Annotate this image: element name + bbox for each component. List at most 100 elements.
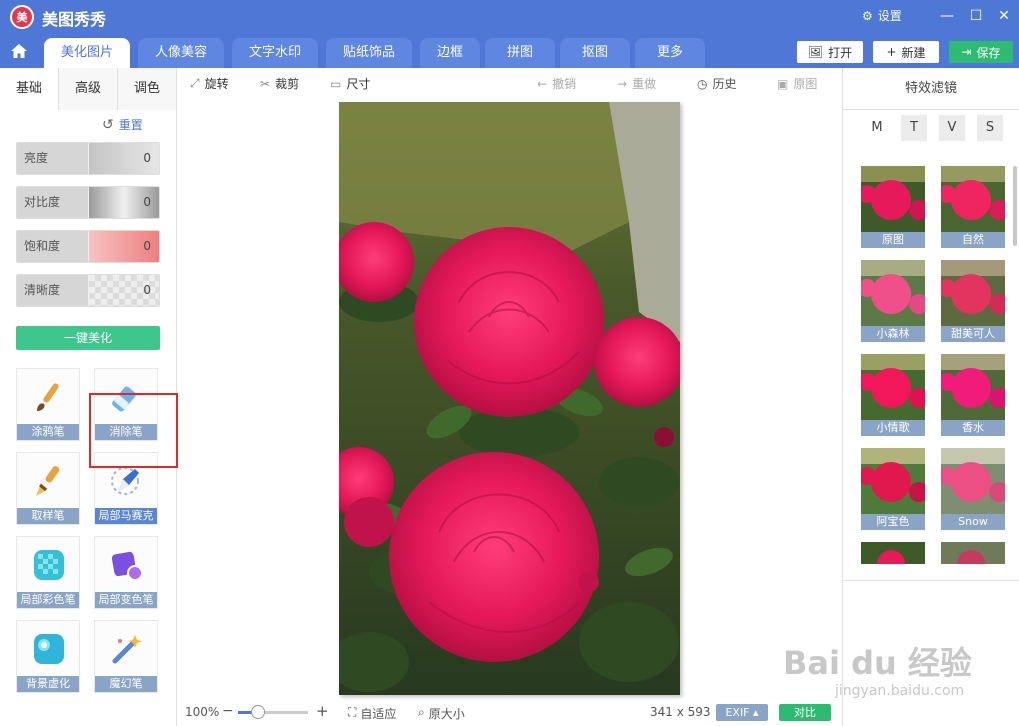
- filter-partial-1[interactable]: [861, 542, 925, 564]
- undo-button[interactable]: ← 撤销: [537, 75, 576, 92]
- filter-caption: 自然: [941, 232, 1005, 248]
- rotate-icon: ⤢: [190, 76, 200, 90]
- rose-image: [339, 102, 680, 695]
- filter-caption: Snow: [941, 514, 1005, 530]
- tool-caption: 涂鸦笔: [17, 424, 79, 440]
- filter-little-forest[interactable]: 小森林: [861, 260, 925, 342]
- crop-button[interactable]: ✂ 裁剪: [260, 75, 299, 92]
- tab-collage[interactable]: 拼图: [485, 38, 555, 68]
- tool-background-blur[interactable]: 背景虚化: [16, 620, 80, 693]
- filter-caption: 甜美可人: [941, 326, 1005, 342]
- save-label: 保存: [976, 45, 1001, 60]
- tab-text-watermark[interactable]: 文字水印: [232, 38, 318, 68]
- filter-caption: 阿宝色: [861, 514, 925, 530]
- zoom-slider-knob[interactable]: [251, 705, 265, 719]
- zoom-out-button[interactable]: −: [222, 703, 234, 719]
- filter-love-song[interactable]: 小情歌: [861, 354, 925, 436]
- undo-label: 撤销: [552, 77, 577, 91]
- settings-label: 设置: [877, 9, 902, 23]
- image-dimensions: 341 x 593: [650, 705, 711, 719]
- filter-category-m[interactable]: M: [864, 115, 890, 141]
- saturation-slider[interactable]: 饱和度 0: [16, 230, 160, 263]
- zoom-in-button[interactable]: +: [316, 702, 329, 720]
- plus-icon: +: [886, 45, 897, 59]
- sharpness-slider[interactable]: 清晰度 0: [16, 274, 160, 307]
- tool-doodle-pen[interactable]: 涂鸦笔: [16, 368, 80, 441]
- checker-color-icon: [34, 550, 64, 580]
- main-tab-bar: 美化图片 人像美容 文字水印 贴纸饰品 边框 拼图 抠图 更多 🖼 打开 + 新…: [0, 32, 1019, 68]
- reset-label: 重置: [118, 118, 143, 132]
- magic-wand-icon: [112, 635, 142, 664]
- filter-category-t[interactable]: T: [901, 115, 927, 141]
- filter-partial-2[interactable]: [941, 542, 1005, 564]
- brightness-slider[interactable]: 亮度 0: [16, 142, 160, 175]
- compare-label: 对比: [794, 706, 816, 719]
- tool-sample-pen[interactable]: 取样笔: [16, 452, 80, 525]
- subtab-color[interactable]: 调色: [118, 68, 177, 110]
- filter-category-s[interactable]: S: [977, 115, 1003, 141]
- crop-label: 裁剪: [275, 77, 300, 91]
- original-label: 原图: [793, 77, 818, 91]
- redo-label: 重做: [632, 77, 657, 91]
- slider-label: 饱和度: [17, 231, 88, 262]
- filter-sweet[interactable]: 甜美可人: [941, 260, 1005, 342]
- tab-stickers[interactable]: 贴纸饰品: [326, 38, 412, 68]
- home-button[interactable]: [4, 36, 34, 66]
- compare-button[interactable]: 对比: [779, 704, 831, 721]
- subtab-advanced[interactable]: 高级: [59, 68, 118, 110]
- tab-frame[interactable]: 边框: [420, 38, 480, 68]
- filter-scrollbar[interactable]: [1013, 166, 1017, 246]
- scissors-icon: ✂: [260, 76, 271, 91]
- tool-caption: 背景虚化: [17, 676, 79, 692]
- slider-value: 0: [143, 283, 151, 297]
- tool-local-recolor-pen[interactable]: 局部变色笔: [94, 536, 158, 609]
- actual-size-button[interactable]: ⌕ 原大小: [418, 705, 465, 722]
- new-label: 新建: [901, 45, 926, 60]
- filter-natural[interactable]: 自然: [941, 166, 1005, 248]
- rotate-label: 旋转: [204, 77, 229, 91]
- settings-button[interactable]: ⚙ 设置: [862, 7, 902, 24]
- export-icon: ⇥: [961, 45, 972, 59]
- filter-caption: 香水: [941, 420, 1005, 436]
- home-icon: [11, 44, 27, 58]
- exif-button[interactable]: EXIF ▴: [716, 704, 768, 721]
- minimize-button[interactable]: —: [937, 6, 957, 26]
- size-button[interactable]: ▭ 尺寸: [330, 75, 370, 92]
- filter-perfume[interactable]: 香水: [941, 354, 1005, 436]
- rotate-button[interactable]: ⤢ 旋转: [190, 75, 229, 92]
- actual-size-label: 原大小: [428, 707, 465, 721]
- tool-magic-pen[interactable]: 魔幻笔: [94, 620, 158, 693]
- tab-cutout[interactable]: 抠图: [560, 38, 630, 68]
- new-button[interactable]: + 新建: [873, 41, 939, 63]
- tool-caption: 魔幻笔: [95, 676, 157, 692]
- title-bar: 美 美图秀秀 ⚙ 设置 — ☐ ✕: [0, 0, 1019, 32]
- open-button[interactable]: 🖼 打开: [797, 41, 863, 63]
- filter-original[interactable]: 原图: [861, 166, 925, 248]
- history-label: 历史: [712, 77, 737, 91]
- rose-photo[interactable]: [339, 102, 680, 695]
- fit-button[interactable]: ⛶ 自适应: [348, 705, 396, 722]
- redo-button[interactable]: → 重做: [617, 75, 656, 92]
- original-button[interactable]: ▣ 原图: [777, 75, 817, 92]
- filter-abao[interactable]: 阿宝色: [861, 448, 925, 530]
- history-button[interactable]: ◷ 历史: [697, 75, 737, 92]
- filter-category-v[interactable]: V: [939, 115, 965, 141]
- sub-tabs: 基础 高级 调色: [0, 68, 177, 110]
- magnifier-icon: ⌕: [418, 705, 425, 719]
- save-button[interactable]: ⇥ 保存: [949, 41, 1013, 63]
- slider-label: 清晰度: [17, 275, 88, 306]
- tool-local-color-pen[interactable]: 局部彩色笔: [16, 536, 80, 609]
- contrast-slider[interactable]: 对比度 0: [16, 186, 160, 219]
- tab-portrait[interactable]: 人像美容: [138, 38, 224, 68]
- tab-more[interactable]: 更多: [635, 38, 705, 68]
- reset-button[interactable]: ↺ 重置: [102, 116, 143, 133]
- mosaic-pen-icon: [111, 467, 139, 495]
- filters-title: 特效滤镜: [843, 68, 1019, 110]
- tab-beautify[interactable]: 美化图片: [44, 38, 130, 68]
- one-click-beauty-button[interactable]: 一键美化: [16, 326, 160, 350]
- filter-snow[interactable]: Snow: [941, 448, 1005, 530]
- baidu-watermark-url: jingyan.baidu.com: [835, 683, 965, 699]
- close-button[interactable]: ✕: [994, 6, 1014, 26]
- subtab-basic[interactable]: 基础: [0, 68, 59, 110]
- maximize-button[interactable]: ☐: [966, 6, 986, 26]
